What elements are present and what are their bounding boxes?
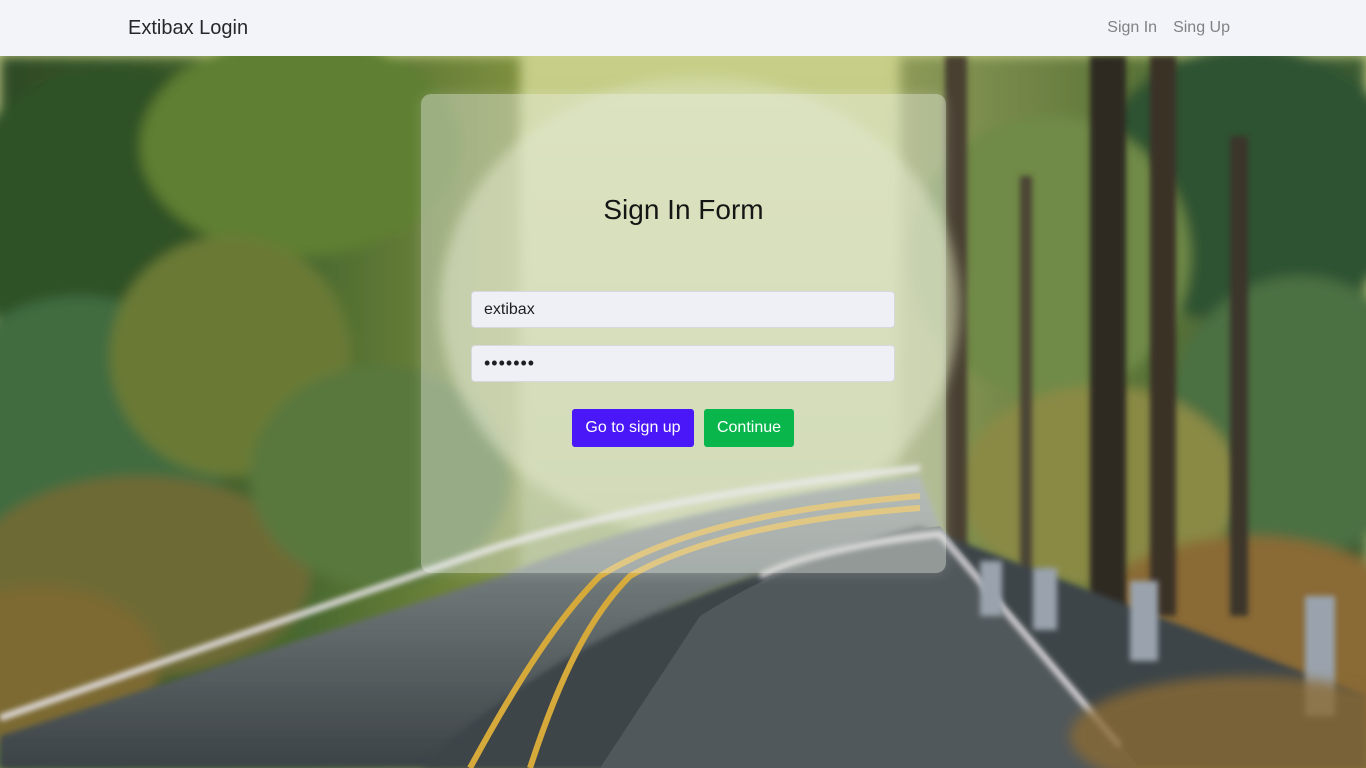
go-to-sign-up-button[interactable]: Go to sign up — [572, 409, 694, 447]
nav-links: Sign In Sing Up — [1107, 17, 1230, 39]
sign-in-card: Sign In Form Go to sign up Continue — [421, 94, 946, 573]
nav-sign-in-link[interactable]: Sign In — [1107, 17, 1157, 39]
username-input[interactable] — [471, 291, 895, 328]
form-title: Sign In Form — [603, 194, 764, 225]
password-input[interactable] — [471, 345, 895, 382]
continue-button[interactable]: Continue — [704, 409, 794, 447]
brand-title[interactable]: Extibax Login — [128, 15, 248, 41]
nav-sign-up-link[interactable]: Sing Up — [1173, 17, 1230, 39]
navbar: Extibax Login Sign In Sing Up — [0, 0, 1366, 56]
page: Extibax Login Sign In Sing Up Sign In Fo… — [0, 0, 1366, 768]
